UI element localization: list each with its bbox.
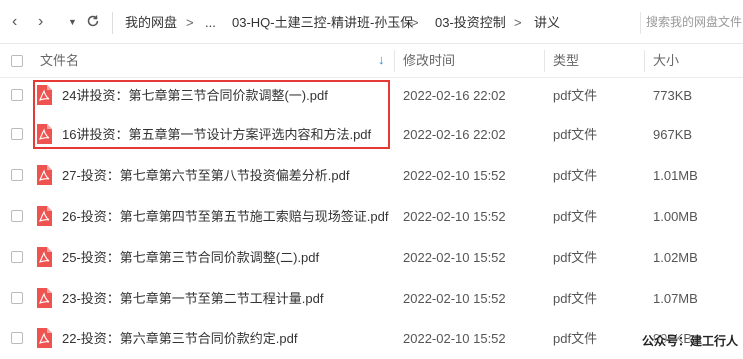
row-checkbox[interactable] bbox=[11, 89, 23, 101]
file-list-header: 文件名 ↓ 修改时间 类型 大小 bbox=[0, 44, 743, 78]
file-type: pdf文件 bbox=[553, 168, 598, 183]
pdf-file-icon bbox=[37, 165, 52, 185]
breadcrumb-course-folder[interactable]: 03-HQ-土建三控-精讲班-孙玉保 bbox=[232, 14, 413, 32]
file-row[interactable]: 23-投资：第七章第一节至第二节工程计量.pdf 2022-02-10 15:5… bbox=[0, 279, 743, 319]
column-type-header[interactable]: 类型 bbox=[553, 53, 579, 69]
pdf-file-icon bbox=[37, 206, 52, 226]
file-size: 773KB bbox=[653, 88, 693, 103]
nav-divider bbox=[112, 12, 113, 34]
file-name[interactable]: 16讲投资：第五章第一节设计方案评选内容和方法.pdf bbox=[62, 127, 371, 143]
file-name[interactable]: 27-投资：第七章第六节至第八节投资偏差分析.pdf bbox=[62, 168, 349, 184]
file-type: pdf文件 bbox=[553, 291, 598, 306]
file-size: 967KB bbox=[653, 127, 693, 142]
breadcrumb-investment-folder[interactable]: 03-投资控制 bbox=[435, 14, 506, 32]
file-type: pdf文件 bbox=[553, 88, 598, 103]
file-size: 1.01MB bbox=[653, 168, 698, 183]
column-divider[interactable] bbox=[394, 50, 395, 72]
row-checkbox[interactable] bbox=[11, 128, 23, 140]
file-name[interactable]: 22-投资：第六章第三节合同价款约定.pdf bbox=[62, 331, 297, 347]
column-name-header[interactable]: 文件名 bbox=[40, 53, 79, 69]
file-row[interactable]: 24讲投资：第七章第三节合同价款调整(一).pdf 2022-02-16 22:… bbox=[0, 76, 743, 116]
back-arrow-icon[interactable]: ‹ bbox=[12, 12, 17, 32]
row-checkbox[interactable] bbox=[11, 332, 23, 344]
row-checkbox[interactable] bbox=[11, 169, 23, 181]
breadcrumb-separator-icon: > bbox=[186, 15, 194, 30]
search-divider bbox=[640, 12, 641, 34]
file-name[interactable]: 24讲投资：第七章第三节合同价款调整(一).pdf bbox=[62, 88, 328, 104]
file-size: 1.02MB bbox=[653, 250, 698, 265]
file-size: 1.00MB bbox=[653, 209, 698, 224]
breadcrumb-separator-icon: > bbox=[411, 15, 419, 30]
file-type: pdf文件 bbox=[553, 209, 598, 224]
breadcrumb-separator-icon: > bbox=[514, 15, 522, 30]
breadcrumb-my-drive[interactable]: 我的网盘 bbox=[125, 14, 177, 32]
file-modified-time: 2022-02-16 22:02 bbox=[403, 88, 506, 103]
file-size: 1.07MB bbox=[653, 291, 698, 306]
file-modified-time: 2022-02-10 15:52 bbox=[403, 331, 506, 346]
breadcrumb-current-folder[interactable]: 讲义 bbox=[534, 14, 560, 32]
file-row[interactable]: 26-投资：第七章第四节至第五节施工索赔与现场签证.pdf 2022-02-10… bbox=[0, 197, 743, 237]
file-modified-time: 2022-02-10 15:52 bbox=[403, 209, 506, 224]
file-name[interactable]: 23-投资：第七章第一节至第二节工程计量.pdf bbox=[62, 291, 323, 307]
file-type: pdf文件 bbox=[553, 127, 598, 142]
history-dropdown-icon[interactable]: ▼ bbox=[68, 12, 77, 32]
column-divider[interactable] bbox=[644, 50, 645, 72]
file-row[interactable]: 25-投资：第七章第三节合同价款调整(二).pdf 2022-02-10 15:… bbox=[0, 238, 743, 278]
watermark: 公众号：建工行人 bbox=[642, 334, 739, 348]
file-name[interactable]: 25-投资：第七章第三节合同价款调整(二).pdf bbox=[62, 250, 319, 266]
pdf-file-icon bbox=[37, 85, 52, 105]
file-modified-time: 2022-02-10 15:52 bbox=[403, 168, 506, 183]
file-name[interactable]: 26-投资：第七章第四节至第五节施工索赔与现场签证.pdf bbox=[62, 209, 388, 225]
file-modified-time: 2022-02-16 22:02 bbox=[403, 127, 506, 142]
navigation-bar: ‹ › ▼ 我的网盘 > ... 03-HQ-土建三控-精讲班-孙玉保 > 03… bbox=[0, 0, 743, 44]
file-row[interactable]: 22-投资：第六章第三节合同价款约定.pdf 2022-02-10 15:52 … bbox=[0, 319, 743, 359]
file-type: pdf文件 bbox=[553, 331, 598, 346]
pdf-file-icon bbox=[37, 124, 52, 144]
pdf-file-icon bbox=[37, 247, 52, 267]
sort-descending-icon[interactable]: ↓ bbox=[378, 52, 385, 68]
pdf-file-icon bbox=[37, 288, 52, 308]
row-checkbox[interactable] bbox=[11, 292, 23, 304]
file-row[interactable]: 16讲投资：第五章第一节设计方案评选内容和方法.pdf 2022-02-16 2… bbox=[0, 115, 743, 155]
forward-arrow-icon[interactable]: › bbox=[38, 12, 43, 32]
file-row[interactable]: 27-投资：第七章第六节至第八节投资偏差分析.pdf 2022-02-10 15… bbox=[0, 156, 743, 196]
file-modified-time: 2022-02-10 15:52 bbox=[403, 250, 506, 265]
search-input[interactable]: 搜索我的网盘文件 bbox=[646, 10, 743, 34]
column-divider[interactable] bbox=[544, 50, 545, 72]
row-checkbox[interactable] bbox=[11, 251, 23, 263]
column-size-header[interactable]: 大小 bbox=[653, 53, 679, 69]
file-modified-time: 2022-02-10 15:52 bbox=[403, 291, 506, 306]
row-checkbox[interactable] bbox=[11, 210, 23, 222]
refresh-icon[interactable] bbox=[86, 12, 100, 32]
column-modified-header[interactable]: 修改时间 bbox=[403, 53, 455, 69]
pdf-file-icon bbox=[37, 328, 52, 348]
breadcrumb-ellipsis[interactable]: ... bbox=[205, 14, 216, 32]
file-type: pdf文件 bbox=[553, 250, 598, 265]
select-all-checkbox[interactable] bbox=[11, 55, 23, 67]
